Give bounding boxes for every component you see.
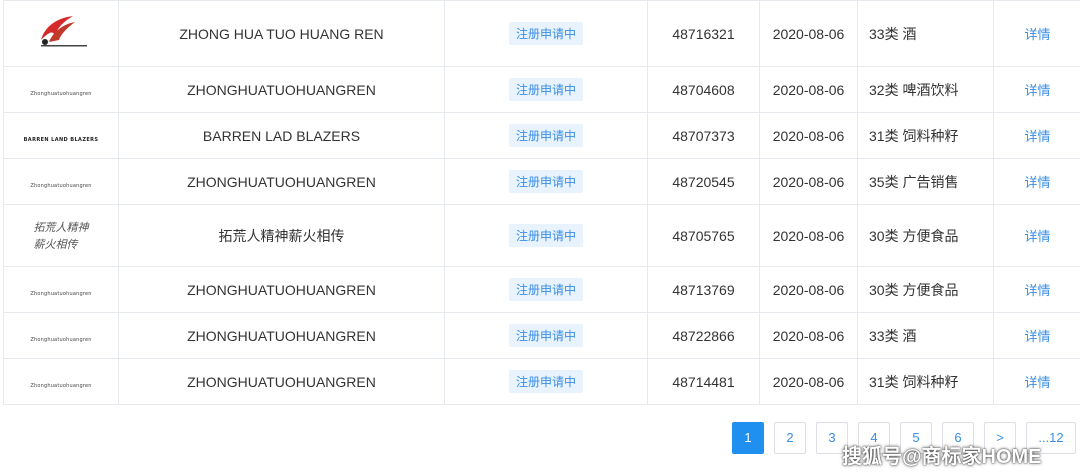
detail-link[interactable]: 详情 — [1024, 27, 1050, 42]
status-badge: 注册申请中 — [508, 370, 583, 393]
trademark-name: ZHONGHUATUOHUANGREN — [118, 312, 445, 359]
detail-link[interactable]: 详情 — [1024, 283, 1050, 298]
registration-number: 48716321 — [647, 0, 760, 67]
action-cell: 详情 — [993, 112, 1080, 159]
status-badge: 注册申请中 — [508, 22, 583, 45]
trademark-class: 32类 啤酒饮料 — [857, 66, 994, 113]
trademark-logo-text: Zhonghuatuohuangren — [30, 290, 92, 297]
table-row: Zhonghuatuohuangren ZHONGHUATUOHUANGREN … — [3, 266, 1080, 313]
detail-link[interactable]: 详情 — [1024, 329, 1050, 344]
trademark-class: 35类 广告销售 — [857, 158, 994, 205]
trademark-logo-text: Zhonghuatuohuangren — [30, 182, 92, 189]
logo-cell: 拓荒人精神 薪火相传 — [3, 204, 119, 267]
table-row: 拓荒人精神 薪火相传 拓荒人精神薪火相传 注册申请中 48705765 2020-… — [3, 204, 1080, 267]
application-date: 2020-08-06 — [759, 312, 858, 359]
trademark-name: ZHONGHUATUOHUANGREN — [118, 266, 445, 313]
page-button-1[interactable]: 1 — [732, 422, 764, 454]
action-cell: 详情 — [993, 158, 1080, 205]
page-button-2[interactable]: 2 — [774, 422, 806, 454]
detail-link[interactable]: 详情 — [1024, 375, 1050, 390]
status-badge: 注册申请中 — [508, 224, 583, 247]
detail-link[interactable]: 详情 — [1024, 83, 1050, 98]
trademark-class: 33类 酒 — [857, 0, 994, 67]
registration-number: 48714481 — [647, 358, 760, 405]
status-cell: 注册申请中 — [444, 112, 648, 159]
action-cell: 详情 — [993, 204, 1080, 267]
trademark-logo-handwriting: 拓荒人精神 薪火相传 — [34, 219, 89, 253]
application-date: 2020-08-06 — [759, 204, 858, 267]
application-date: 2020-08-06 — [759, 158, 858, 205]
action-cell: 详情 — [993, 266, 1080, 313]
application-date: 2020-08-06 — [759, 66, 858, 113]
status-cell: 注册申请中 — [444, 266, 648, 313]
trademark-class: 31类 饲料种籽 — [857, 358, 994, 405]
status-cell: 注册申请中 — [444, 0, 648, 67]
registration-number: 48720545 — [647, 158, 760, 205]
registration-number: 48713769 — [647, 266, 760, 313]
logo-cell — [3, 0, 119, 67]
action-cell: 详情 — [993, 358, 1080, 405]
table-row: Zhonghuatuohuangren ZHONGHUATUOHUANGREN … — [3, 358, 1080, 405]
trademark-class: 33类 酒 — [857, 312, 994, 359]
logo-cell: Zhonghuatuohuangren — [3, 66, 119, 113]
status-badge: 注册申请中 — [508, 324, 583, 347]
trademark-logo-text: Zhonghuatuohuangren — [30, 336, 92, 343]
trademark-table: ZHONG HUA TUO HUANG REN 注册申请中 48716321 2… — [3, 0, 1080, 405]
trademark-class: 30类 方便食品 — [857, 266, 994, 313]
logo-cell: Zhonghuatuohuangren — [3, 312, 119, 359]
table-row: BARREN LAND BLAZERS BARREN LAD BLAZERS 注… — [3, 112, 1080, 159]
action-cell: 详情 — [993, 0, 1080, 67]
status-badge: 注册申请中 — [508, 170, 583, 193]
detail-link[interactable]: 详情 — [1024, 175, 1050, 190]
status-badge: 注册申请中 — [508, 278, 583, 301]
registration-number: 48707373 — [647, 112, 760, 159]
registration-number: 48704608 — [647, 66, 760, 113]
watermark: 搜狐号@商标家HOME — [842, 446, 1042, 468]
status-badge: 注册申请中 — [508, 124, 583, 147]
trademark-logo-text: BARREN LAND BLAZERS — [23, 136, 99, 143]
application-date: 2020-08-06 — [759, 112, 858, 159]
application-date: 2020-08-06 — [759, 0, 858, 67]
status-cell: 注册申请中 — [444, 358, 648, 405]
status-cell: 注册申请中 — [444, 204, 648, 267]
status-cell: 注册申请中 — [444, 158, 648, 205]
detail-link[interactable]: 详情 — [1024, 129, 1050, 144]
trademark-class: 31类 饲料种籽 — [857, 112, 994, 159]
trademark-name: ZHONGHUATUOHUANGREN — [118, 66, 445, 113]
logo-line: 薪火相传 — [33, 237, 78, 251]
status-cell: 注册申请中 — [444, 66, 648, 113]
trademark-logo-text: Zhonghuatuohuangren — [30, 382, 92, 389]
application-date: 2020-08-06 — [759, 266, 858, 313]
logo-cell: Zhonghuatuohuangren — [3, 266, 119, 313]
application-date: 2020-08-06 — [759, 358, 858, 405]
trademark-name: 拓荒人精神薪火相传 — [118, 204, 445, 267]
trademark-logo-text: Zhonghuatuohuangren — [30, 90, 92, 97]
registration-number: 48722866 — [647, 312, 760, 359]
action-cell: 详情 — [993, 312, 1080, 359]
status-cell: 注册申请中 — [444, 312, 648, 359]
trademark-name: BARREN LAD BLAZERS — [118, 112, 445, 159]
trademark-class: 30类 方便食品 — [857, 204, 994, 267]
table-row: Zhonghuatuohuangren ZHONGHUATUOHUANGREN … — [3, 158, 1080, 205]
table-row: ZHONG HUA TUO HUANG REN 注册申请中 48716321 2… — [3, 0, 1080, 67]
logo-cell: Zhonghuatuohuangren — [3, 158, 119, 205]
trademark-name: ZHONGHUATUOHUANGREN — [118, 158, 445, 205]
logo-cell: Zhonghuatuohuangren — [3, 358, 119, 405]
table-row: Zhonghuatuohuangren ZHONGHUATUOHUANGREN … — [3, 66, 1080, 113]
trademark-logo-image — [41, 16, 87, 47]
logo-line: 拓荒人精神 — [33, 220, 89, 234]
table-row: Zhonghuatuohuangren ZHONGHUATUOHUANGREN … — [3, 312, 1080, 359]
trademark-name: ZHONG HUA TUO HUANG REN — [118, 0, 445, 67]
detail-link[interactable]: 详情 — [1024, 229, 1050, 244]
registration-number: 48705765 — [647, 204, 760, 267]
logo-cell: BARREN LAND BLAZERS — [3, 112, 119, 159]
action-cell: 详情 — [993, 66, 1080, 113]
trademark-name: ZHONGHUATUOHUANGREN — [118, 358, 445, 405]
status-badge: 注册申请中 — [508, 78, 583, 101]
